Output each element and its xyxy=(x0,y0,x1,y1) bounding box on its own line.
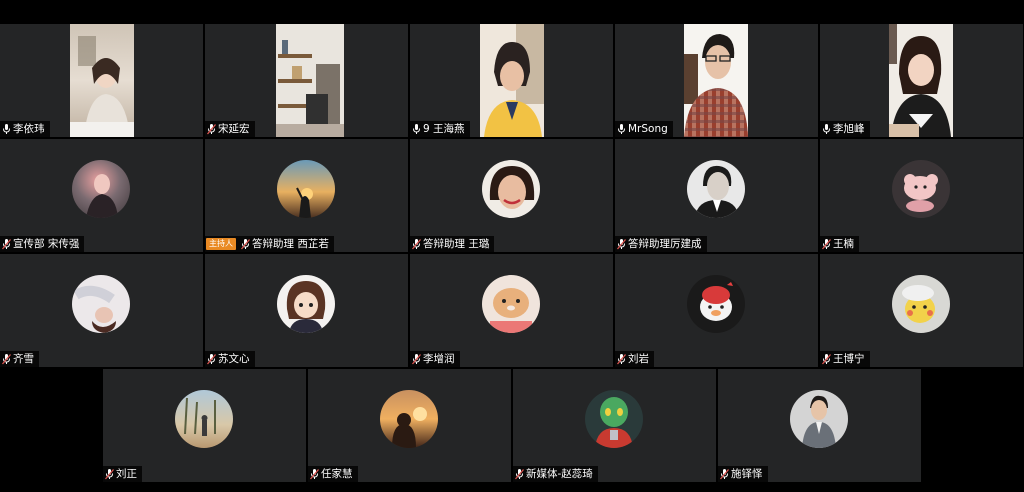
participant-tile[interactable]: 宋延宏 xyxy=(205,24,408,137)
participant-avatar xyxy=(482,160,540,218)
participant-name-label: 答辩助理厉建成 xyxy=(615,236,707,252)
participant-name-label: 王楠 xyxy=(820,236,859,252)
microphone-muted-icon xyxy=(822,238,831,250)
participant-name-label: MrSong xyxy=(615,121,673,137)
microphone-muted-icon xyxy=(310,468,319,480)
participant-tile[interactable]: 任家慧 xyxy=(308,369,511,482)
participant-tile[interactable]: 刘正 xyxy=(103,369,306,482)
microphone-muted-icon xyxy=(2,353,11,365)
participant-avatar xyxy=(790,390,848,448)
participant-avatar xyxy=(175,390,233,448)
microphone-muted-icon xyxy=(720,468,729,480)
participant-tile[interactable]: 新媒体-赵蕊琦 xyxy=(513,369,716,482)
participant-tile[interactable]: 李依玮 xyxy=(0,24,203,137)
microphone-muted-icon xyxy=(105,468,114,480)
participant-name-label: 答辩助理 王璐 xyxy=(410,236,495,252)
participant-name-label: 任家慧 xyxy=(308,466,358,482)
host-badge: 主持人 xyxy=(206,238,236,250)
participant-name-label: 苏文心 xyxy=(205,351,255,367)
participant-name-label: 李旭峰 xyxy=(820,121,870,137)
participant-video xyxy=(480,24,544,137)
participant-tile[interactable]: 答辩助理厉建成 xyxy=(615,139,818,252)
participant-name-label: 王博宁 xyxy=(820,351,870,367)
participant-avatar xyxy=(687,275,745,333)
microphone-muted-icon xyxy=(412,238,421,250)
microphone-muted-icon xyxy=(2,238,11,250)
microphone-icon xyxy=(412,123,421,135)
participant-name-label: 齐雪 xyxy=(0,351,39,367)
microphone-muted-icon xyxy=(822,353,831,365)
participant-avatar xyxy=(687,160,745,218)
microphone-muted-icon xyxy=(207,123,216,135)
participant-tile[interactable]: MrSong xyxy=(615,24,818,137)
participant-avatar xyxy=(892,275,950,333)
participant-tile[interactable]: 宣传部 宋传强 xyxy=(0,139,203,252)
microphone-icon xyxy=(617,123,626,135)
participant-tile[interactable]: 王楠 xyxy=(820,139,1023,252)
participant-avatar xyxy=(277,160,335,218)
microphone-muted-icon xyxy=(515,468,524,480)
microphone-muted-icon xyxy=(207,353,216,365)
participant-video xyxy=(684,24,748,137)
participant-name-label: 李增润 xyxy=(410,351,460,367)
microphone-icon xyxy=(822,123,831,135)
participant-video xyxy=(276,24,344,137)
microphone-muted-icon xyxy=(617,238,626,250)
participant-tile[interactable]: 答辩助理 王璐 xyxy=(410,139,613,252)
participant-tile[interactable]: 9 王海燕 xyxy=(410,24,613,137)
microphone-muted-icon xyxy=(241,238,250,250)
participant-tile[interactable]: 王博宁 xyxy=(820,254,1023,367)
participant-name-label: 主持人 答辩助理 西芷若 xyxy=(205,236,334,252)
participant-avatar xyxy=(72,160,130,218)
participant-avatar xyxy=(585,390,643,448)
participant-name-label: 9 王海燕 xyxy=(410,121,470,137)
participant-name-label: 宣传部 宋传强 xyxy=(0,236,85,252)
participant-avatar xyxy=(892,160,950,218)
participant-name-label: 刘正 xyxy=(103,466,142,482)
microphone-muted-icon xyxy=(412,353,421,365)
participant-avatar xyxy=(72,275,130,333)
participant-tile[interactable]: 施铎怿 xyxy=(718,369,921,482)
participant-video xyxy=(889,24,953,137)
participant-name-label: 刘岩 xyxy=(615,351,654,367)
participant-name-label: 宋延宏 xyxy=(205,121,255,137)
microphone-muted-icon xyxy=(617,353,626,365)
microphone-icon xyxy=(2,123,11,135)
participant-tile[interactable]: 苏文心 xyxy=(205,254,408,367)
participant-tile[interactable]: 主持人 答辩助理 西芷若 xyxy=(205,139,408,252)
participant-avatar xyxy=(277,275,335,333)
participant-tile[interactable]: 李旭峰 xyxy=(820,24,1023,137)
participant-tile[interactable]: 刘岩 xyxy=(615,254,818,367)
participant-avatar xyxy=(482,275,540,333)
participant-name-label: 施铎怿 xyxy=(718,466,768,482)
participant-tile[interactable]: 齐雪 xyxy=(0,254,203,367)
participant-name-label: 李依玮 xyxy=(0,121,50,137)
participant-tile[interactable]: 李增润 xyxy=(410,254,613,367)
participant-avatar xyxy=(380,390,438,448)
participant-video xyxy=(70,24,134,137)
participant-name-label: 新媒体-赵蕊琦 xyxy=(513,466,598,482)
